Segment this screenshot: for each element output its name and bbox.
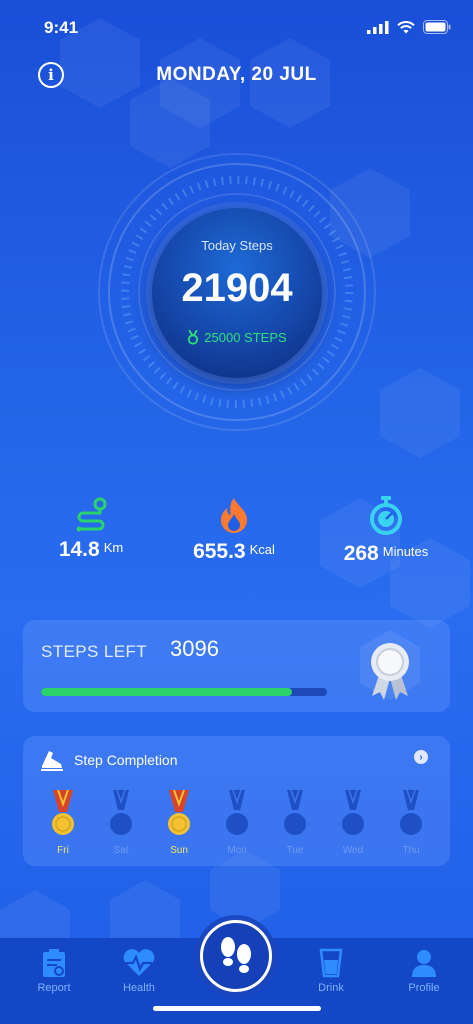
locked-medal-icon	[284, 789, 306, 835]
day-medal-tue: Tue	[273, 789, 317, 856]
gold-medal-icon	[52, 789, 74, 835]
locked-medal-icon	[226, 789, 248, 835]
tab-health[interactable]: Health	[104, 948, 174, 994]
today-steps-label: Today Steps	[201, 238, 273, 253]
footsteps-icon	[221, 937, 251, 973]
stats-row: 14.8 Km 655.3 Kcal 268 Minutes	[0, 496, 473, 586]
distance-stat: 14.8 Km	[46, 496, 136, 562]
week-medals: Fri Sat Sun Mon Tue Wed Thu	[41, 789, 441, 860]
tab-profile-label: Profile	[408, 982, 440, 994]
status-time: 9:41	[44, 18, 79, 37]
steps-left-label: STEPS LEFT	[41, 642, 148, 661]
tab-health-label: Health	[123, 982, 155, 994]
day-label: Sat	[113, 845, 129, 856]
locked-medal-icon	[400, 789, 422, 835]
day-label: Sun	[170, 845, 188, 856]
day-medal-sun: Sun	[157, 789, 201, 856]
heart-pulse-icon	[123, 949, 155, 976]
today-steps-value: 21904	[181, 266, 293, 310]
tab-profile[interactable]: Profile	[389, 948, 459, 994]
steps-left-value: 3096	[170, 636, 219, 661]
ribbon-award-icon	[360, 630, 420, 700]
chevron-right-icon[interactable]: ›	[414, 750, 428, 764]
day-medal-fri: Fri	[41, 789, 85, 856]
tab-report-label: Report	[37, 982, 71, 994]
distance-unit: Km	[103, 540, 124, 555]
day-label: Wed	[342, 845, 364, 856]
steps-dial: Today Steps 21904 25000 STEPS	[152, 208, 322, 378]
route-icon	[76, 497, 107, 532]
day-medal-thu: Thu	[389, 789, 433, 856]
tab-drink-label: Drink	[318, 982, 344, 994]
home-indicator	[153, 1006, 321, 1011]
steps-goal-label: 25000 STEPS	[204, 330, 287, 345]
status-bar: 9:41	[0, 0, 473, 56]
medal-icon	[188, 330, 199, 345]
step-completion-card: Step Completion › Fri Sat Sun Mon Tue Wed Thu	[23, 736, 450, 866]
stopwatch-icon	[370, 496, 402, 535]
time-stat: 268 Minutes	[334, 496, 438, 566]
clipboard-icon	[43, 949, 65, 977]
tab-report[interactable]: Report	[19, 948, 89, 994]
steps-goal: 25000 STEPS	[152, 330, 322, 345]
flame-icon	[221, 498, 247, 533]
locked-medal-icon	[110, 789, 132, 835]
day-medal-sat: Sat	[99, 789, 143, 856]
calories-stat: 655.3 Kcal	[184, 496, 284, 564]
time-unit: Minutes	[382, 544, 429, 559]
battery-icon	[423, 20, 451, 34]
signal-icon	[367, 20, 389, 34]
step-completion-title: Step Completion	[74, 752, 178, 768]
locked-medal-icon	[342, 789, 364, 835]
steps-progress-fill	[41, 688, 292, 696]
person-icon	[412, 950, 436, 977]
wifi-icon	[397, 20, 415, 33]
gold-medal-icon	[168, 789, 190, 835]
glass-icon	[319, 948, 343, 978]
footsteps-button[interactable]	[200, 920, 272, 992]
day-label: Fri	[57, 845, 69, 856]
day-label: Mon	[227, 845, 247, 856]
header: i MONDAY, 20 JUL	[0, 58, 473, 94]
day-label: Thu	[402, 845, 420, 856]
page-title: MONDAY, 20 JUL	[156, 64, 317, 85]
day-medal-mon: Mon	[215, 789, 259, 856]
steps-left-card[interactable]: STEPS LEFT 3096	[23, 620, 450, 712]
day-label: Tue	[286, 845, 304, 856]
day-medal-wed: Wed	[331, 789, 375, 856]
distance-value: 14.8	[58, 538, 100, 561]
status-icons	[367, 20, 451, 34]
sneaker-icon	[41, 751, 63, 771]
time-value: 268	[343, 542, 379, 565]
steps-progress-bar	[41, 688, 327, 696]
calories-value: 655.3	[193, 540, 246, 563]
calories-unit: Kcal	[249, 542, 275, 557]
tab-drink[interactable]: Drink	[296, 948, 366, 994]
